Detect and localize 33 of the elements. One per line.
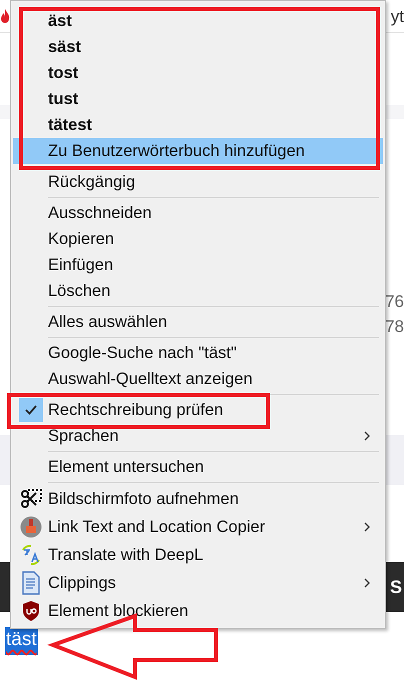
bar-text: S [390, 576, 402, 598]
menu-item[interactable]: tätest [13, 112, 383, 138]
document-icon [20, 571, 40, 595]
menu-item[interactable]: tust [13, 86, 383, 112]
shield-icon [20, 600, 40, 622]
menu-item[interactable]: Translate with DeepL [13, 541, 383, 569]
menu-item[interactable]: Auswahl-Quelltext anzeigen [13, 366, 383, 392]
menu-item[interactable]: säst [13, 34, 383, 60]
flame-icon [0, 8, 10, 24]
menu-item[interactable]: Element untersuchen [13, 454, 383, 480]
selected-word[interactable]: täst [5, 627, 38, 655]
paint-brush-icon [20, 516, 42, 538]
scissors-icon [20, 489, 42, 509]
menu-item[interactable]: Ausschneiden [13, 200, 383, 226]
menu-item[interactable]: Link Text and Location Copier [13, 513, 383, 541]
menu-item[interactable]: Einfügen [13, 252, 383, 278]
number-text: 76 [385, 292, 404, 310]
menu-item[interactable]: äst [13, 8, 383, 34]
menu-item[interactable]: Löschen [13, 278, 383, 304]
menu-item[interactable]: Bildschirmfoto aufnehmen [13, 485, 383, 513]
menu-item[interactable]: Kopieren [13, 226, 383, 252]
menu-item[interactable]: Google-Suche nach "täst" [13, 340, 383, 366]
menu-item[interactable]: Zu Benutzerwörterbuch hinzufügen [13, 138, 383, 164]
menu-item[interactable]: Alles auswählen [13, 309, 383, 335]
translate-icon [20, 544, 42, 566]
header-text: yt [390, 8, 404, 24]
menu-item[interactable]: tost [13, 60, 383, 86]
menu-item[interactable]: Element blockieren [13, 597, 383, 625]
menu-item[interactable]: Rechtschreibung prüfen [13, 397, 383, 423]
menu-item[interactable]: Sprachen [13, 423, 383, 449]
number-text: 78 [385, 318, 404, 334]
menu-item[interactable]: Rückgängig [13, 169, 383, 195]
menu-item[interactable]: Clippings [13, 569, 383, 597]
